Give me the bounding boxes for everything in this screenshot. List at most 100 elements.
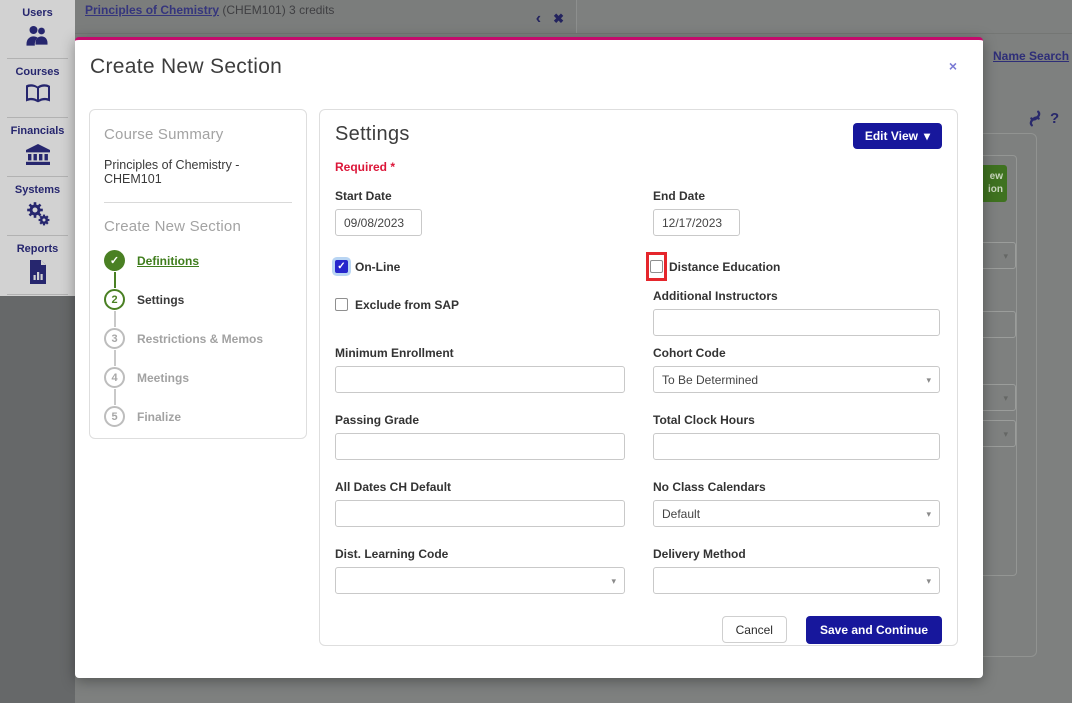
total-clock-hours-field: Total Clock Hours — [653, 413, 940, 460]
step-number: 2 — [104, 289, 125, 310]
cohort-code-field: Cohort Code To Be Determined ▾ — [653, 346, 940, 393]
sidebar-item-label: Systems — [14, 184, 61, 196]
minimum-enrollment-input[interactable] — [335, 366, 625, 393]
delivery-method-select[interactable]: ▾ — [653, 567, 940, 594]
modal-close-icon[interactable]: × — [949, 59, 957, 73]
course-summary-heading: Course Summary — [104, 126, 224, 143]
book-icon — [25, 84, 50, 103]
step-meetings-label: Meetings — [137, 370, 190, 385]
caret-down-icon: ▾ — [1003, 393, 1008, 403]
caret-down-icon: ▾ — [1003, 251, 1008, 261]
step-number: 3 — [104, 328, 125, 349]
total-clock-hours-label: Total Clock Hours — [653, 413, 755, 427]
chevron-left-icon: ‹ — [535, 10, 542, 27]
link-icon — [1029, 110, 1041, 127]
step-connector — [114, 350, 116, 366]
step-connector — [114, 311, 116, 327]
step-settings: 2 Settings — [104, 289, 292, 310]
step-number: 4 — [104, 367, 125, 388]
distance-education-label: Distance Education — [669, 259, 781, 274]
step-restrictions-memos: 3 Restrictions & Memos — [104, 328, 292, 349]
wizard-stepper: ✓ Definitions 2 Settings 3 Restrictions … — [104, 250, 292, 427]
course-title-suffix: (CHEM101) 3 credits — [219, 3, 335, 17]
topbar-divider — [75, 33, 1072, 34]
step-check-icon: ✓ — [104, 250, 125, 271]
bank-icon — [25, 144, 50, 165]
all-dates-ch-default-input[interactable] — [335, 500, 625, 527]
caret-down-icon: ▾ — [926, 576, 931, 586]
all-dates-ch-default-label: All Dates CH Default — [335, 480, 452, 494]
sidebar-nav: Users Courses Financials Systems Reports — [0, 0, 75, 296]
distance-education-field: Distance Education — [646, 252, 940, 281]
settings-heading: Settings — [335, 123, 410, 145]
exclude-sap-field: Exclude from SAP — [335, 289, 625, 336]
gears-icon — [26, 202, 49, 226]
online-label: On-Line — [355, 259, 401, 274]
sidebar: Users Courses Financials Systems Reports — [0, 0, 75, 703]
step-meetings: 4 Meetings — [104, 367, 292, 388]
sidebar-divider — [7, 294, 68, 295]
end-date-field: End Date — [653, 189, 940, 236]
save-and-continue-button[interactable]: Save and Continue — [805, 616, 942, 644]
sidebar-item-reports[interactable]: Reports — [0, 236, 75, 294]
online-checkbox[interactable]: ✓ — [335, 260, 348, 273]
delivery-method-label: Delivery Method — [653, 547, 746, 561]
caret-down-icon: ▾ — [926, 509, 931, 519]
required-note: Required * — [335, 160, 396, 174]
sidebar-item-label: Courses — [15, 66, 60, 78]
sidebar-item-financials[interactable]: Financials — [0, 118, 75, 176]
distance-education-checkbox[interactable] — [650, 260, 663, 273]
course-topbar: Principles of Chemistry (CHEM101) 3 cred… — [75, 0, 577, 33]
settings-panel: Settings Edit View ▾ Required * Start Da… — [319, 109, 958, 646]
course-title: Principles of Chemistry (CHEM101) 3 cred… — [85, 3, 334, 17]
modal-title: Create New Section — [90, 55, 283, 78]
all-dates-ch-default-field: All Dates CH Default — [335, 480, 625, 527]
no-class-calendars-select[interactable]: Default ▾ — [653, 500, 940, 527]
step-finalize-label: Finalize — [137, 409, 182, 424]
sidebar-item-users[interactable]: Users — [0, 0, 75, 58]
close-tab-icon: ✖ — [553, 11, 564, 26]
help-icon: ? — [1050, 110, 1060, 127]
online-field: ✓ On-Line — [335, 252, 625, 281]
sidebar-item-systems[interactable]: Systems — [0, 177, 75, 235]
step-finalize: 5 Finalize — [104, 406, 292, 427]
minimum-enrollment-field: Minimum Enrollment — [335, 346, 625, 393]
additional-instructors-input[interactable] — [653, 309, 940, 336]
sidebar-item-label: Users — [22, 7, 53, 19]
cohort-code-label: Cohort Code — [653, 346, 726, 360]
highlight-box — [646, 252, 667, 281]
step-definitions: ✓ Definitions — [104, 250, 292, 271]
no-class-calendars-field: No Class Calendars Default ▾ — [653, 480, 940, 527]
exclude-sap-checkbox[interactable] — [335, 298, 348, 311]
delivery-method-field: Delivery Method ▾ — [653, 547, 940, 594]
edit-view-button[interactable]: Edit View ▾ — [852, 123, 942, 149]
course-summary-name: Principles of Chemistry - CHEM101 — [104, 158, 240, 186]
step-settings-label: Settings — [137, 292, 185, 307]
start-date-input[interactable] — [335, 209, 422, 236]
sidebar-item-courses[interactable]: Courses — [0, 59, 75, 117]
course-title-link: Principles of Chemistry — [85, 3, 220, 17]
end-date-input[interactable] — [653, 209, 740, 236]
passing-grade-input[interactable] — [335, 433, 625, 460]
sidebar-item-label: Financials — [10, 125, 65, 137]
dist-learning-code-select[interactable]: ▾ — [335, 567, 625, 594]
step-connector — [114, 272, 116, 288]
report-icon — [29, 260, 46, 284]
end-date-label: End Date — [653, 189, 706, 203]
name-search-link: Name Search — [993, 49, 1070, 63]
step-definitions-link[interactable]: Definitions — [137, 254, 199, 268]
step-connector — [114, 389, 116, 405]
cancel-button[interactable]: Cancel — [721, 616, 787, 643]
course-summary-panel: Course Summary Principles of Chemistry -… — [89, 109, 307, 439]
users-icon — [26, 26, 47, 46]
no-class-calendars-label: No Class Calendars — [653, 480, 766, 494]
step-restrictions-label: Restrictions & Memos — [137, 331, 264, 346]
cohort-code-select[interactable]: To Be Determined ▾ — [653, 366, 940, 393]
step-number: 5 — [104, 406, 125, 427]
caret-down-icon: ▾ — [611, 576, 616, 586]
caret-down-icon: ▾ — [926, 375, 931, 385]
sidebar-item-label: Reports — [16, 243, 59, 255]
minimum-enrollment-label: Minimum Enrollment — [335, 346, 454, 360]
dist-learning-code-label: Dist. Learning Code — [335, 547, 449, 561]
total-clock-hours-input[interactable] — [653, 433, 940, 460]
